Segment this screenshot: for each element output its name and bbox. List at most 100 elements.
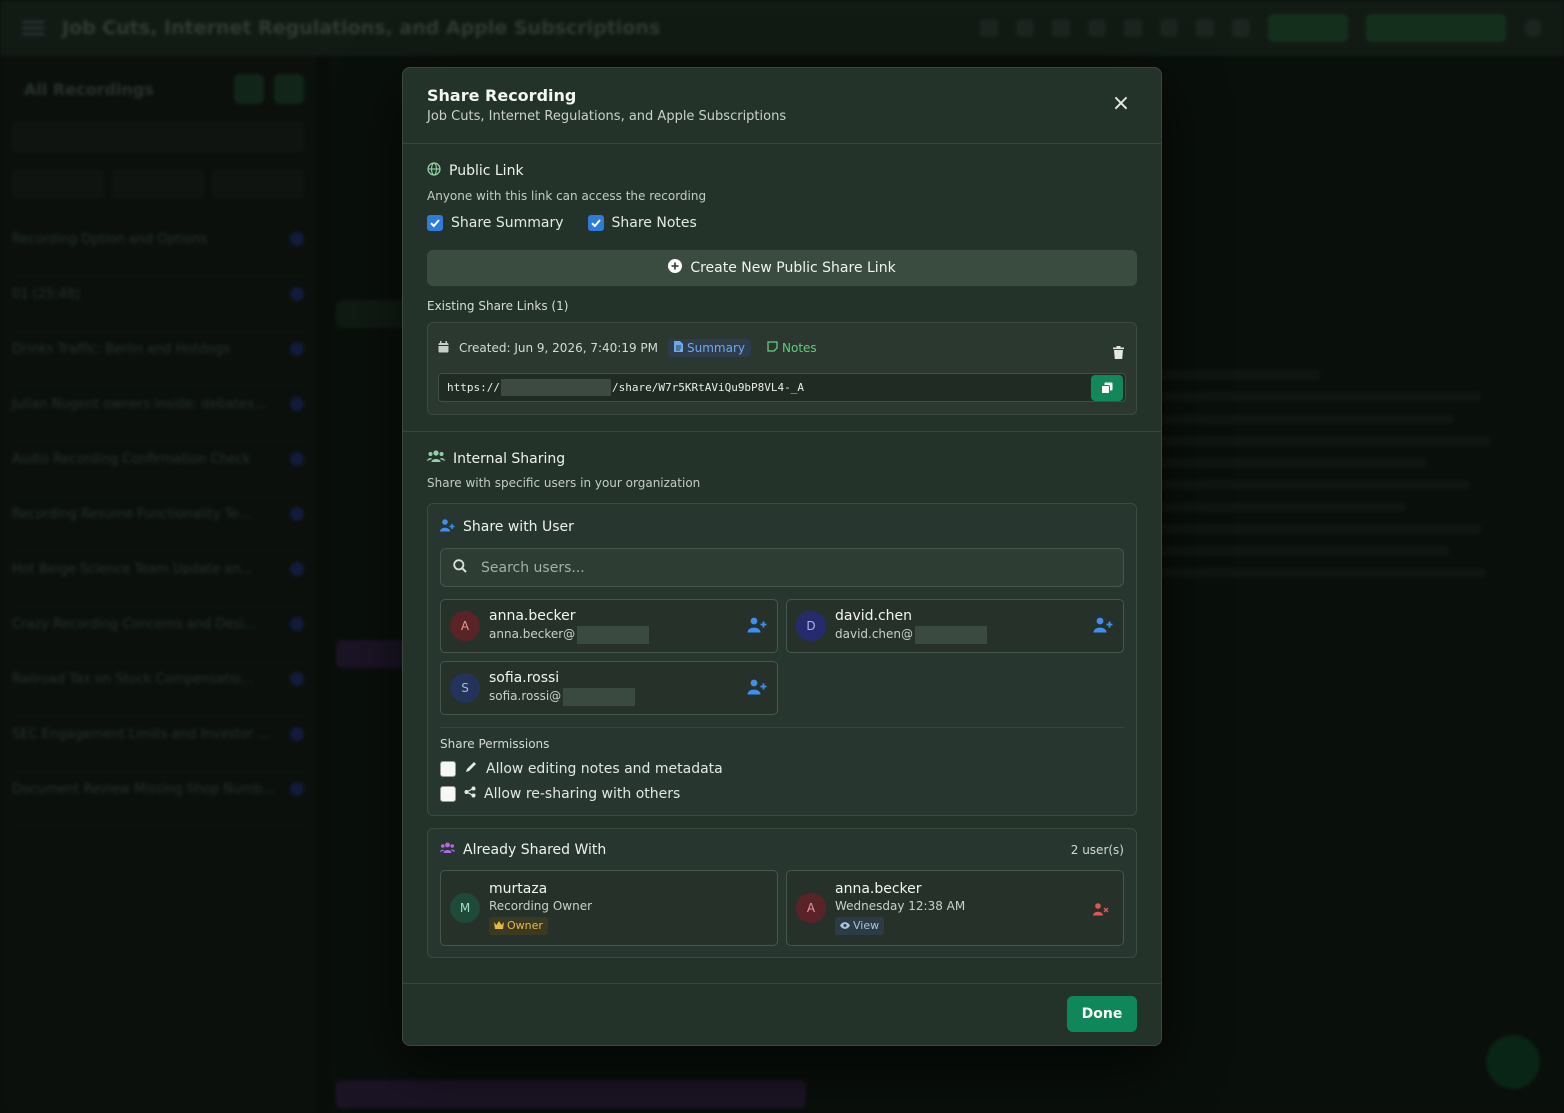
shared-user-card: M murtaza Recording Owner Owner (440, 870, 778, 946)
user-info: david.chen david.chen@ (835, 608, 988, 644)
shared-count: 2 user(s) (1070, 842, 1124, 857)
search-icon (453, 558, 467, 577)
globe-icon (427, 162, 441, 180)
shared-users: M murtaza Recording Owner Owner A anna.b… (440, 870, 1124, 946)
share-nodes-icon (464, 786, 476, 802)
add-user-icon[interactable] (747, 617, 767, 637)
share-url-field[interactable]: https:// /share/W7r5KRtAViQu9bP8VL4-_A (438, 373, 1126, 402)
user-email-text: anna.becker@ (489, 627, 576, 642)
user-info: anna.becker anna.becker@ (489, 608, 650, 644)
create-public-link-button[interactable]: Create New Public Share Link (427, 250, 1137, 286)
summary-badge: Summary (668, 339, 752, 357)
allow-resharing-checkbox[interactable]: Allow re-sharing with others (440, 786, 1124, 802)
user-plus-icon (440, 518, 455, 536)
user-detail: Recording Owner (489, 898, 593, 913)
share-url[interactable]: https:// /share/W7r5KRtAViQu9bP8VL4-_A (439, 379, 804, 396)
redacted-domain (915, 625, 988, 644)
pencil-icon (464, 760, 478, 778)
share-notes-label: Share Notes (611, 215, 697, 231)
checkbox-unchecked-icon[interactable] (440, 786, 456, 802)
user-email: anna.becker@ (489, 625, 650, 644)
internal-sharing-section: Internal Sharing Share with specific use… (403, 432, 1161, 958)
modal-footer: Done (403, 983, 1161, 1045)
user-email-text: sofia.rossi@ (489, 689, 562, 704)
done-button[interactable]: Done (1067, 996, 1137, 1032)
notes-badge-label: Notes (782, 341, 817, 355)
share-link-meta: Created: Jun 9, 2026, 7:40:19 PM Summary… (438, 323, 1126, 373)
checkbox-checked-icon[interactable] (587, 215, 604, 231)
user-info: murtaza Recording Owner Owner (489, 881, 593, 935)
allow-editing-label: Allow editing notes and metadata (486, 761, 723, 777)
avatar: S (450, 673, 480, 703)
user-card[interactable]: S sofia.rossi sofia.rossi@ (440, 661, 778, 715)
share-with-user-panel: Share with User A anna.becker anna.becke… (427, 503, 1137, 816)
add-user-icon[interactable] (747, 679, 767, 699)
redacted-domain (577, 625, 650, 644)
delete-link-icon[interactable] (1113, 344, 1124, 363)
close-icon[interactable]: × (1111, 93, 1131, 115)
already-shared-heading: Already Shared With 2 user(s) (440, 829, 1124, 870)
view-badge: View (835, 916, 885, 935)
shared-user-card: A anna.becker Wednesday 12:38 AM View (786, 870, 1124, 946)
user-detail: Wednesday 12:38 AM (835, 898, 966, 913)
panel-title: Share with User (463, 519, 574, 535)
avatar: M (450, 893, 480, 923)
remove-user-icon[interactable] (1093, 901, 1109, 920)
user-info: anna.becker Wednesday 12:38 AM View (835, 881, 966, 935)
user-name: david.chen (835, 608, 913, 625)
owner-badge: Owner (489, 916, 548, 935)
user-email-text: david.chen@ (835, 627, 914, 642)
role-label: Owner (507, 918, 543, 932)
copy-icon (1101, 379, 1113, 398)
modal-header: Share Recording Job Cuts, Internet Regul… (403, 68, 1161, 144)
user-name: anna.becker (835, 881, 922, 898)
users-icon (440, 842, 455, 858)
share-summary-checkbox[interactable]: Share Summary (427, 215, 564, 231)
share-with-user-heading: Share with User (440, 504, 1124, 548)
modal-title: Share Recording (427, 86, 577, 105)
url-prefix: https:// (447, 381, 500, 394)
already-shared-panel: Already Shared With 2 user(s) M murtaza … (427, 828, 1137, 958)
role-label: View (853, 918, 880, 932)
user-search-input[interactable] (481, 559, 1081, 576)
note-icon (767, 341, 778, 355)
section-description: Share with specific users in your organi… (427, 476, 701, 490)
section-description: Anyone with this link can access the rec… (427, 189, 707, 203)
copy-link-button[interactable] (1091, 375, 1123, 401)
user-card[interactable]: A anna.becker anna.becker@ (440, 599, 778, 653)
redacted-domain (563, 687, 636, 706)
share-summary-label: Share Summary (451, 215, 564, 231)
avatar: A (450, 611, 480, 641)
share-notes-checkbox[interactable]: Share Notes (587, 215, 697, 231)
redacted-host (500, 379, 611, 396)
allow-resharing-label: Allow re-sharing with others (484, 786, 681, 802)
avatar: A (796, 893, 826, 923)
summary-badge-label: Summary (687, 341, 746, 355)
user-email: sofia.rossi@ (489, 687, 636, 706)
url-suffix: /share/W7r5KRtAViQu9bP8VL4-_A (611, 381, 805, 394)
share-link-card: Created: Jun 9, 2026, 7:40:19 PM Summary… (427, 322, 1137, 415)
allow-editing-checkbox[interactable]: Allow editing notes and metadata (440, 760, 1124, 778)
section-title: Public Link (449, 163, 524, 179)
section-title: Internal Sharing (453, 450, 566, 467)
public-link-section: Public Link Anyone with this link can ac… (403, 144, 1161, 431)
user-name: anna.becker (489, 608, 576, 625)
user-name: murtaza (489, 881, 548, 898)
users-icon (427, 450, 445, 467)
avatar: D (796, 611, 826, 641)
checkbox-unchecked-icon[interactable] (440, 761, 456, 777)
panel-title: Already Shared With (463, 841, 607, 858)
checkbox-checked-icon[interactable] (427, 215, 443, 231)
user-card[interactable]: D david.chen david.chen@ (786, 599, 1124, 653)
calendar-icon (438, 340, 449, 356)
modal-subtitle: Job Cuts, Internet Regulations, and Appl… (427, 109, 787, 124)
add-user-icon[interactable] (1093, 617, 1113, 637)
user-results: A anna.becker anna.becker@ D david.chen … (440, 599, 1124, 715)
user-name: sofia.rossi (489, 670, 560, 687)
user-search[interactable] (440, 548, 1124, 587)
public-share-options: Share Summary Share Notes (427, 215, 1137, 231)
public-link-heading: Public Link (427, 162, 1137, 180)
internal-sharing-heading: Internal Sharing (427, 450, 1137, 467)
existing-links-label: Existing Share Links (1) (427, 299, 569, 313)
eye-icon (840, 919, 850, 933)
